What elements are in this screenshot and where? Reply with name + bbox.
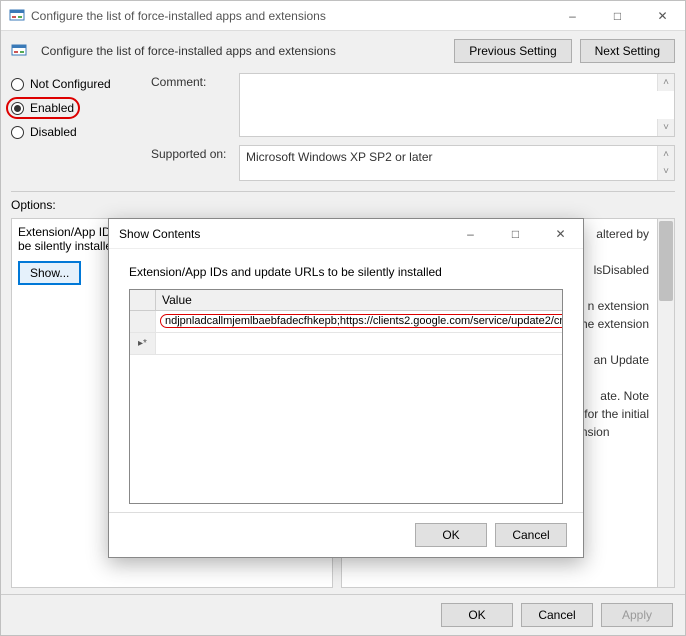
- help-fragment: ate. Note: [600, 389, 649, 403]
- help-scrollbar[interactable]: [658, 218, 675, 588]
- cancel-button[interactable]: Cancel: [521, 603, 593, 627]
- state-and-fields: Not Configured Enabled Disabled Comment:…: [1, 67, 685, 185]
- new-row[interactable]: ▸*: [130, 333, 562, 355]
- radio-not-configured[interactable]: Not Configured: [11, 77, 141, 91]
- new-row-marker-icon: ▸*: [130, 333, 156, 354]
- header-row: Configure the list of force-installed ap…: [1, 31, 685, 67]
- state-radio-group: Not Configured Enabled Disabled: [11, 73, 141, 181]
- field-column: Comment: ˄ ˅ Supported on: Microsoft Win…: [151, 73, 675, 181]
- radio-label: Not Configured: [30, 77, 111, 91]
- modal-title: Show Contents: [119, 227, 448, 241]
- options-label: Options:: [1, 192, 685, 214]
- radio-disabled[interactable]: Disabled: [11, 125, 141, 139]
- value-text: ndjpnladcallmjemlbaebfadecfhkepb;https:/…: [160, 314, 562, 328]
- maximize-button[interactable]: □: [595, 1, 640, 30]
- column-header-value[interactable]: Value: [156, 290, 562, 310]
- minimize-button[interactable]: –: [448, 219, 493, 248]
- close-button[interactable]: ✕: [640, 1, 685, 30]
- radio-label: Enabled: [30, 101, 74, 115]
- window-title: Configure the list of force-installed ap…: [31, 9, 550, 23]
- supported-row: Supported on: Microsoft Windows XP SP2 o…: [151, 145, 675, 181]
- table-row[interactable]: ndjpnladcallmjemlbaebfadecfhkepb;https:/…: [130, 311, 562, 333]
- help-fragment: n extension: [588, 299, 649, 313]
- value-cell[interactable]: ndjpnladcallmjemlbaebfadecfhkepb;https:/…: [156, 311, 562, 332]
- page-title: Configure the list of force-installed ap…: [41, 44, 446, 58]
- close-button[interactable]: ✕: [538, 219, 583, 248]
- previous-setting-button[interactable]: Previous Setting: [454, 39, 571, 63]
- help-fragment: he extension: [581, 317, 649, 331]
- help-fragment: altered by: [596, 227, 649, 241]
- supported-textarea: Microsoft Windows XP SP2 or later ˄ ˅: [239, 145, 675, 181]
- comment-row: Comment: ˄ ˅: [151, 73, 675, 137]
- scroll-down-icon[interactable]: ˅: [657, 119, 674, 136]
- row-header: [130, 311, 156, 332]
- value-cell-empty[interactable]: [156, 333, 562, 354]
- show-button[interactable]: Show...: [18, 261, 81, 285]
- help-fragment: lsDisabled: [594, 263, 649, 277]
- window-controls: – □ ✕: [550, 1, 685, 30]
- comment-textarea[interactable]: ˄ ˅: [239, 73, 675, 137]
- scroll-up-icon[interactable]: ˄: [657, 74, 674, 91]
- apply-button[interactable]: Apply: [601, 603, 673, 627]
- values-grid: Value ndjpnladcallmjemlbaebfadecfhkepb;h…: [129, 289, 563, 504]
- row-header-corner: [130, 290, 156, 310]
- radio-label: Disabled: [30, 125, 77, 139]
- minimize-button[interactable]: –: [550, 1, 595, 30]
- grid-empty-area: [130, 355, 562, 503]
- modal-cancel-button[interactable]: Cancel: [495, 523, 567, 547]
- ok-button[interactable]: OK: [441, 603, 513, 627]
- radio-enabled[interactable]: Enabled: [11, 101, 141, 115]
- maximize-button[interactable]: □: [493, 219, 538, 248]
- radio-icon: [11, 102, 24, 115]
- app-icon: [9, 8, 25, 24]
- next-setting-button[interactable]: Next Setting: [580, 39, 675, 63]
- policy-icon: [11, 43, 27, 59]
- scroll-up-icon[interactable]: ˄: [657, 146, 674, 163]
- modal-body: Extension/App IDs and update URLs to be …: [109, 249, 583, 512]
- radio-icon: [11, 126, 24, 139]
- modal-window-controls: – □ ✕: [448, 219, 583, 248]
- help-fragment: an Update: [594, 353, 649, 367]
- dialog-footer: OK Cancel Apply: [1, 594, 685, 635]
- modal-titlebar: Show Contents – □ ✕: [109, 219, 583, 249]
- scrollbar-thumb[interactable]: [659, 221, 673, 301]
- scroll-down-icon[interactable]: ˅: [657, 163, 674, 180]
- comment-label: Comment:: [151, 73, 231, 137]
- show-contents-dialog: Show Contents – □ ✕ Extension/App IDs an…: [108, 218, 584, 558]
- help-fragment: for the initial: [584, 407, 649, 421]
- grid-header: Value: [130, 290, 562, 311]
- supported-label: Supported on:: [151, 145, 231, 181]
- supported-value: Microsoft Windows XP SP2 or later: [240, 146, 657, 180]
- radio-icon: [11, 78, 24, 91]
- comment-value: [240, 74, 657, 136]
- titlebar: Configure the list of force-installed ap…: [1, 1, 685, 31]
- modal-footer: OK Cancel: [109, 512, 583, 557]
- modal-subtitle: Extension/App IDs and update URLs to be …: [129, 265, 563, 279]
- modal-ok-button[interactable]: OK: [415, 523, 487, 547]
